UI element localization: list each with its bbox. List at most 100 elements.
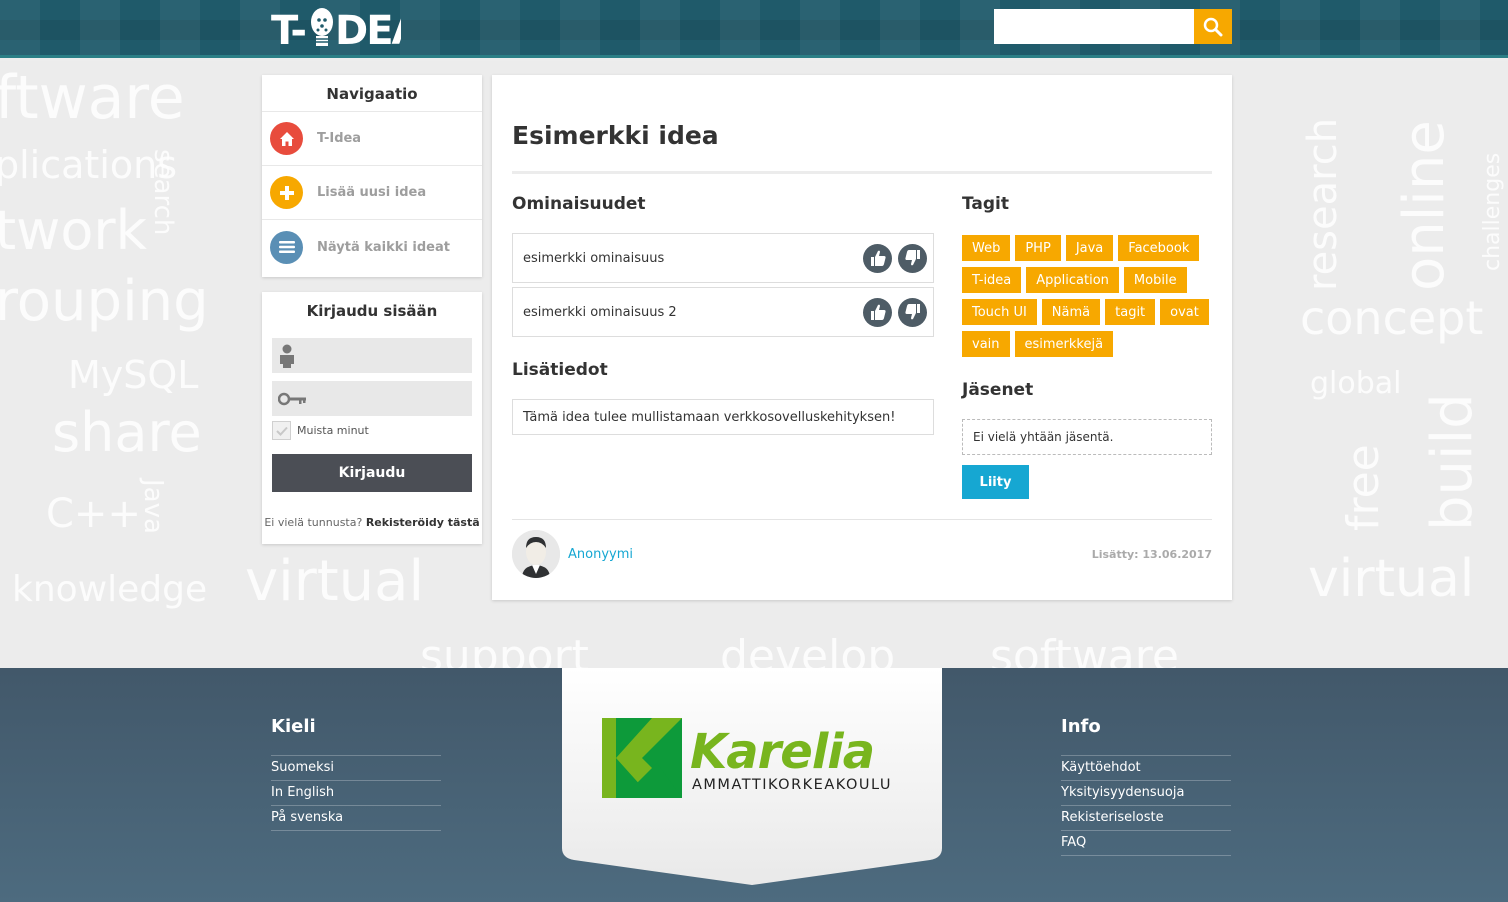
- thumbs-up-button[interactable]: [863, 297, 892, 327]
- title-divider: [512, 171, 1212, 174]
- info-title: Info: [1061, 716, 1231, 756]
- added-date: Lisätty: 13.06.2017: [1091, 548, 1212, 561]
- details-text: Tämä idea tulee mullistamaan verkkosovel…: [512, 399, 934, 435]
- search-button[interactable]: [1194, 9, 1232, 44]
- tag[interactable]: Application: [1026, 267, 1119, 293]
- footer: Kieli Suomeksi In English På svenska Kar…: [0, 668, 1508, 902]
- details-title: Lisätiedot: [512, 360, 608, 380]
- bg-word: software: [990, 631, 1179, 668]
- thumbs-up-icon: [870, 304, 886, 320]
- link-register-statement[interactable]: Rekisteriseloste: [1061, 806, 1231, 831]
- bg-word: develop: [720, 631, 896, 668]
- bg-word: MySQL: [68, 353, 199, 397]
- link-faq[interactable]: FAQ: [1061, 831, 1231, 856]
- login-button[interactable]: Kirjaudu: [272, 454, 472, 492]
- bg-word: search: [148, 149, 178, 236]
- avatar-icon: [512, 530, 560, 578]
- join-button[interactable]: Liity: [962, 465, 1029, 499]
- bg-word: rouping: [0, 269, 209, 334]
- home-icon: [270, 122, 303, 155]
- bg-word: knowledge: [12, 569, 208, 610]
- tag[interactable]: vain: [962, 331, 1010, 357]
- tag[interactable]: Facebook: [1118, 235, 1200, 261]
- tag[interactable]: Web: [962, 235, 1011, 261]
- karelia-logo-badge[interactable]: Karelia AMMATTIKORKEAKOULU: [562, 668, 942, 885]
- features-title: Ominaisuudet: [512, 194, 646, 214]
- bg-word: challenges: [1480, 152, 1505, 271]
- thumbs-up-icon: [870, 250, 886, 266]
- bg-word: C++: [46, 491, 141, 537]
- nav-item-all-ideas[interactable]: Näytä kaikki ideat: [262, 220, 482, 274]
- link-terms[interactable]: Käyttöehdot: [1061, 756, 1231, 781]
- bg-word: online: [1392, 120, 1457, 291]
- login-panel: Kirjaudu sisään Muista minut Kirjaudu Ei…: [262, 292, 482, 544]
- login-title: Kirjaudu sisään: [306, 302, 438, 320]
- nav-item-label: Lisää uusi idea: [317, 185, 427, 200]
- remember-me[interactable]: Muista minut: [272, 421, 369, 440]
- bg-word: research: [1300, 117, 1346, 291]
- tag[interactable]: Mobile: [1123, 267, 1187, 293]
- bg-word: concept: [1300, 291, 1484, 345]
- password-field[interactable]: [272, 381, 472, 416]
- tag[interactable]: Touch UI: [962, 299, 1037, 325]
- bg-word: support: [420, 631, 589, 668]
- footer-divider: [512, 519, 1212, 520]
- avatar: [512, 530, 560, 578]
- t-idea-logo[interactable]: T- DEA: [271, 4, 401, 50]
- bg-word: virtual: [1308, 549, 1475, 609]
- tag[interactable]: PHP: [1015, 235, 1061, 261]
- thumbs-down-button[interactable]: [898, 297, 927, 327]
- site-logo[interactable]: T- DEA: [271, 4, 401, 50]
- search-icon: [1203, 17, 1223, 36]
- thumbs-up-button[interactable]: [863, 243, 892, 273]
- author-link[interactable]: Anonyymi: [568, 547, 633, 562]
- info-column: Info Käyttöehdot Yksityisyydensuoja Reki…: [1061, 716, 1231, 856]
- key-icon: [278, 392, 306, 405]
- top-bar: T- DEA: [0, 0, 1508, 58]
- tag[interactable]: T-idea: [962, 267, 1022, 293]
- navigation-title: Navigaatio: [262, 75, 482, 112]
- feature-text: esimerkki ominaisuus: [523, 250, 665, 266]
- tag-list: Web PHP Java Facebook T-idea Application…: [962, 235, 1222, 357]
- tag[interactable]: Java: [1065, 235, 1114, 261]
- navigation-panel: Navigaatio T-Idea Lisää uusi idea Näytä …: [262, 75, 482, 277]
- svg-text:DEA: DEA: [335, 8, 401, 50]
- nav-item-label: T-Idea: [317, 131, 362, 146]
- bg-word: Java: [138, 479, 168, 534]
- link-privacy[interactable]: Yksityisyydensuoja: [1061, 781, 1231, 806]
- search-input[interactable]: [994, 9, 1194, 44]
- nav-item-label: Näytä kaikki ideat: [317, 239, 450, 255]
- thumbs-down-icon: [904, 250, 920, 266]
- tag[interactable]: Nämä: [1041, 299, 1101, 325]
- list-icon: [270, 230, 303, 264]
- link-english[interactable]: In English: [271, 781, 441, 806]
- user-icon: [280, 344, 294, 368]
- plus-icon: [270, 176, 303, 209]
- link-swedish[interactable]: På svenska: [271, 806, 441, 831]
- bg-word: free: [1338, 444, 1389, 531]
- feature-text: esimerkki ominaisuus 2: [523, 304, 677, 320]
- tag[interactable]: esimerkkejä: [1014, 331, 1114, 357]
- register-prompt-text: Ei vielä tunnusta?: [264, 516, 363, 529]
- nav-item-add-idea[interactable]: Lisää uusi idea: [262, 166, 482, 220]
- register-prompt: Ei vielä tunnusta? Rekisteröidy tästä: [262, 516, 482, 529]
- tag[interactable]: tagit: [1105, 299, 1156, 325]
- register-link[interactable]: Rekisteröidy tästä: [366, 516, 480, 529]
- remember-checkbox[interactable]: [272, 421, 291, 440]
- bg-word: twork: [0, 199, 147, 262]
- remember-label: Muista minut: [297, 424, 369, 437]
- feature-row: esimerkki ominaisuus 2: [512, 287, 934, 337]
- language-column: Kieli Suomeksi In English På svenska: [271, 716, 441, 831]
- idea-title: Esimerkki idea: [512, 121, 719, 150]
- svg-text:T-: T-: [271, 8, 305, 50]
- thumbs-down-icon: [904, 304, 920, 320]
- tags-title: Tagit: [962, 194, 1009, 214]
- username-field[interactable]: [272, 338, 472, 373]
- tag[interactable]: ovat: [1160, 299, 1209, 325]
- link-finnish[interactable]: Suomeksi: [271, 756, 441, 781]
- bg-word: global: [1310, 366, 1402, 401]
- check-icon: [275, 426, 288, 436]
- nav-item-home[interactable]: T-Idea: [262, 112, 482, 166]
- thumbs-down-button[interactable]: [898, 243, 927, 273]
- language-title: Kieli: [271, 716, 441, 756]
